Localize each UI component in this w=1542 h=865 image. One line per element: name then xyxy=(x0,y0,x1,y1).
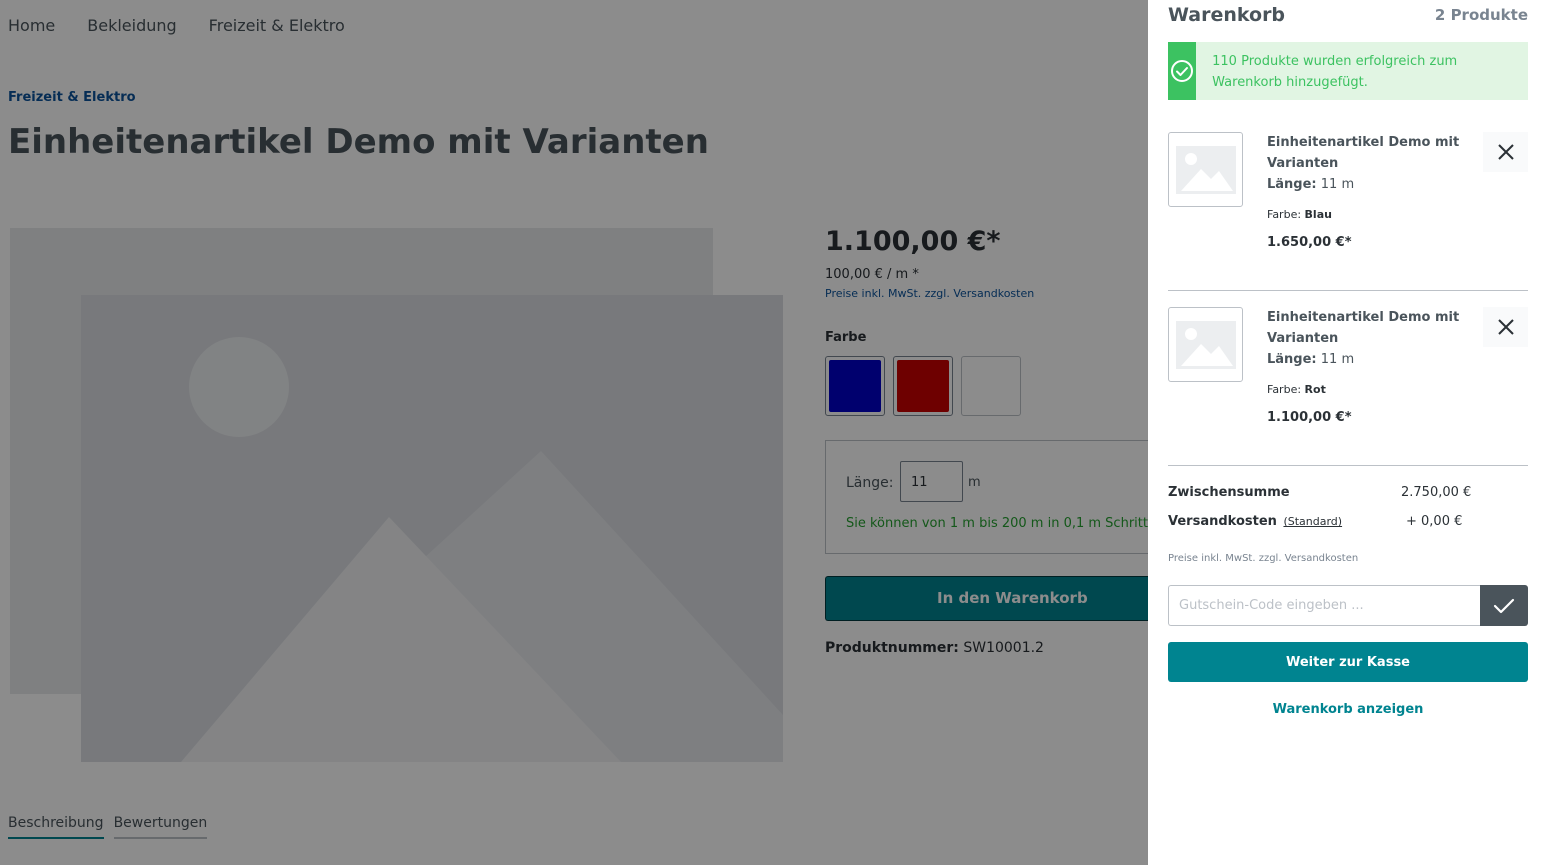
cart-item-name[interactable]: Einheitenartikel Demo mit Varianten xyxy=(1267,132,1467,174)
cart-item-info: Einheitenartikel Demo mit Varianten Läng… xyxy=(1267,132,1467,250)
shipping-value: + 0,00 € xyxy=(1406,514,1463,529)
check-circle-icon xyxy=(1168,42,1197,100)
close-icon xyxy=(1497,319,1514,335)
checkmark-icon xyxy=(1493,598,1515,613)
cart-line-item: Einheitenartikel Demo mit Varianten Läng… xyxy=(1168,132,1528,272)
cart-item-color-value: Blau xyxy=(1304,208,1332,221)
cart-item-color-label: Farbe: xyxy=(1267,383,1302,396)
cart-item-color-value: Rot xyxy=(1304,383,1326,396)
cart-title: Warenkorb xyxy=(1168,4,1286,26)
subtotal-label: Zwischensumme xyxy=(1168,485,1290,500)
cart-item-color: Farbe: Rot xyxy=(1267,383,1467,396)
cart-item-length: Länge: 11 m xyxy=(1267,174,1467,195)
backdrop-overlay[interactable] xyxy=(0,0,1148,865)
success-alert: 110 Produkte wurden erfolgreich zum Ware… xyxy=(1168,42,1528,100)
show-cart-link[interactable]: Warenkorb anzeigen xyxy=(1168,702,1528,717)
voucher-code-input[interactable] xyxy=(1168,585,1480,626)
cart-item-length-value: 11 m xyxy=(1320,177,1355,192)
voucher-submit-button[interactable] xyxy=(1480,585,1528,626)
shipping-row-label: Versandkosten (Standard) xyxy=(1168,514,1342,529)
success-alert-text: 110 Produkte wurden erfolgreich zum Ware… xyxy=(1212,54,1458,90)
cart-item-info: Einheitenartikel Demo mit Varianten Läng… xyxy=(1267,307,1467,425)
close-icon xyxy=(1497,144,1514,160)
cart-item-name[interactable]: Einheitenartikel Demo mit Varianten xyxy=(1267,307,1467,349)
cart-item-color: Farbe: Blau xyxy=(1267,208,1467,221)
cart-item-price: 1.650,00 €* xyxy=(1267,235,1352,250)
remove-item-button[interactable] xyxy=(1483,132,1528,172)
cart-summary: Zwischensumme 2.750,00 € Versandkosten (… xyxy=(1168,485,1528,535)
cart-item-length-label: Länge: xyxy=(1267,177,1317,192)
cart-line-item: Einheitenartikel Demo mit Varianten Läng… xyxy=(1168,307,1528,447)
subtotal-value: 2.750,00 € xyxy=(1401,485,1472,500)
cart-item-length-label: Länge: xyxy=(1267,352,1317,367)
cart-item-length-value: 11 m xyxy=(1320,352,1355,367)
offcanvas-cart: Warenkorb 2 Produkte 110 Produkte wurden… xyxy=(1148,0,1542,865)
divider xyxy=(1168,465,1528,466)
shipping-label: Versandkosten xyxy=(1168,514,1277,529)
voucher-form xyxy=(1168,585,1528,626)
cart-tax-note: Preise inkl. MwSt. zzgl. Versandkosten xyxy=(1168,553,1359,564)
cart-item-color-label: Farbe: xyxy=(1267,208,1302,221)
divider xyxy=(1168,290,1528,291)
cart-header: Warenkorb 2 Produkte xyxy=(1168,4,1528,26)
image-placeholder-icon xyxy=(1175,145,1236,194)
shipping-method-link[interactable]: (Standard) xyxy=(1283,515,1342,528)
cart-item-count: 2 Produkte xyxy=(1434,6,1528,24)
cart-item-length: Länge: 11 m xyxy=(1267,349,1467,370)
image-placeholder-icon xyxy=(1175,320,1236,369)
remove-item-button[interactable] xyxy=(1483,307,1528,347)
cart-item-image[interactable] xyxy=(1168,132,1243,207)
cart-item-image[interactable] xyxy=(1168,307,1243,382)
checkout-button[interactable]: Weiter zur Kasse xyxy=(1168,642,1528,682)
cart-item-price: 1.100,00 €* xyxy=(1267,410,1352,425)
